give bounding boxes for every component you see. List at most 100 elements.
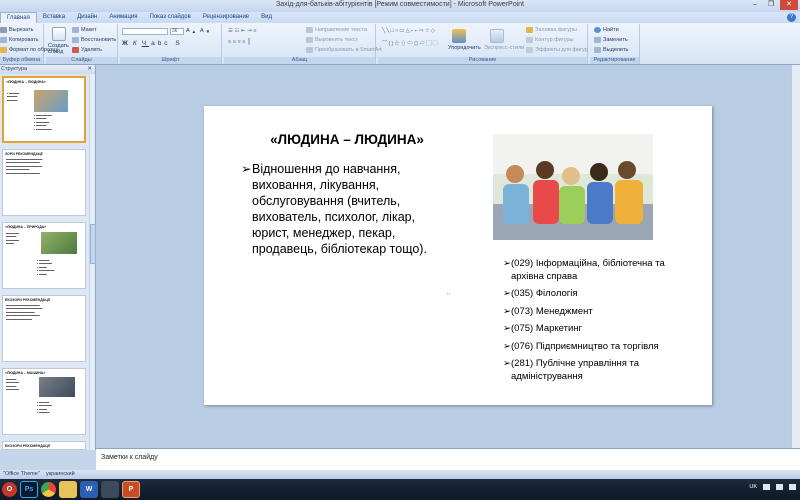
- shrink-font-button[interactable]: A ▼: [200, 28, 210, 34]
- smartart-button[interactable]: Преобразовать в SmartArt: [306, 47, 382, 53]
- shape-outline-button[interactable]: Контур фигуры: [526, 37, 573, 43]
- tab-insert[interactable]: Вставка: [37, 12, 71, 23]
- slide-thumbnail[interactable]: ЕКОЗОРИ РЕКОМЕНДАЦІЇ: [2, 441, 86, 450]
- tab-review[interactable]: Рецензирование: [197, 12, 255, 23]
- tab-home[interactable]: Главная: [0, 12, 37, 23]
- drawing-group-label: Рисование: [378, 57, 587, 64]
- current-slide[interactable]: «ЛЮДИНА – ЛЮДИНА» ➢ Відношення до навчан…: [204, 106, 712, 405]
- help-icon[interactable]: ?: [787, 13, 796, 22]
- slide-number: 14: [446, 291, 451, 296]
- font-size-combo[interactable]: 36: [170, 28, 184, 35]
- font-group-label: Шрифт: [120, 57, 221, 64]
- shapes-gallery[interactable]: ╲╲□○▭△⌐⌐⇨☆◇: [382, 28, 436, 34]
- notes-pane[interactable]: Заметки к слайду: [96, 448, 800, 470]
- text-direction-button[interactable]: Направление текста: [306, 27, 367, 33]
- layout-button[interactable]: Макет: [72, 27, 97, 33]
- list-item: ➢ (076) Підприємництво та торгівля: [503, 340, 659, 352]
- slide-scrollbar[interactable]: [791, 65, 800, 448]
- thumbnail-title: ЗОРИ РЕКОМЕНДАЦІЇ: [5, 152, 43, 156]
- volume-icon[interactable]: [776, 484, 783, 490]
- paragraph-group-label: Абзац: [224, 57, 375, 64]
- grow-font-button[interactable]: A ▲: [186, 28, 196, 34]
- thumbnail-title: «ЛЮДИНА – ПРИРОДА»: [5, 225, 47, 229]
- font-format-buttons[interactable]: Ж К Чabc S: [122, 40, 183, 47]
- delete-slide-button[interactable]: Удалить: [72, 47, 102, 53]
- slide-thumbnail[interactable]: «ЛЮДИНА – МАШИНА» ▬▬▬▬ ▬▬▬▬▬ ▬▬▬▬ ▬▬▬▬▬ ▸ ▬…: [2, 368, 86, 435]
- list-buttons[interactable]: ☰ ☷ ⇤ ⇥ ≡: [228, 28, 256, 34]
- tab-view[interactable]: Вид: [255, 12, 278, 23]
- slide-thumbnail[interactable]: «ЛЮДИНА – ЛЮДИНА» ▸ ▬▬▬▬ ▬▬▬▬ ▬▬▬▬ ▸ ▬▬▬▬▬…: [2, 76, 86, 143]
- outline-pane: Структура ✕ «ЛЮДИНА – ЛЮДИНА» ▸ ▬▬▬▬ ▬▬▬▬…: [0, 65, 96, 450]
- tab-slideshow[interactable]: Показ слайдов: [144, 12, 197, 23]
- copy-button[interactable]: Копировать: [0, 37, 39, 43]
- select-button[interactable]: Выделить: [594, 47, 628, 53]
- drawing-group: ╲╲□○▭△⌐⌐⇨☆◇ ⌒{}☆⇧⇦⬡▱▢◯ Упорядочить Экспр…: [378, 24, 588, 64]
- opera-icon[interactable]: O: [2, 482, 17, 497]
- quick-styles-button[interactable]: Экспресс-стили: [484, 45, 524, 51]
- thumbnail-title: ЕКОЗОРИ РЕКОМЕНДАЦІЇ: [5, 444, 50, 448]
- outline-scrollbar[interactable]: [89, 74, 96, 450]
- flag-icon[interactable]: [789, 484, 796, 490]
- slide-thumbnail[interactable]: «ЛЮДИНА – ПРИРОДА» ▬▬▬▬▬ ▬▬▬▬ ▬▬▬▬▬ ▬▬▬ ▸ ▬…: [2, 222, 86, 289]
- specialties-list[interactable]: ➢ (029) Інформаційна, бібліотечна та архі…: [503, 258, 693, 388]
- shape-effects-button[interactable]: Эффекты для фигур: [526, 47, 588, 53]
- binoculars-icon: [594, 27, 601, 33]
- list-item: ➢ (281) Публічне управління та адміністру…: [503, 358, 640, 382]
- find-button[interactable]: Найти: [594, 27, 619, 33]
- clipboard-group-label: Буфер обмена: [0, 57, 43, 64]
- outline-pane-title: Структура: [1, 66, 28, 72]
- powerpoint-icon[interactable]: P: [122, 481, 140, 498]
- minimize-button[interactable]: –: [748, 0, 762, 10]
- monitor-icon[interactable]: [101, 481, 119, 498]
- close-pane-icon[interactable]: ✕: [87, 65, 92, 74]
- status-bar: "Office Theme" украинский: [0, 470, 800, 479]
- reset-button[interactable]: Восстановить: [72, 37, 116, 43]
- students-photo[interactable]: [493, 134, 653, 240]
- word-icon[interactable]: W: [80, 481, 98, 498]
- arrow-bullet-icon: ➢: [241, 162, 252, 176]
- align-buttons[interactable]: ≡ ≡ ≡ ≡ ║: [228, 39, 251, 45]
- photoshop-icon[interactable]: Ps: [20, 481, 38, 498]
- tab-design[interactable]: Дизайн: [71, 12, 103, 23]
- arrow-bullet-icon: ➢: [503, 358, 511, 369]
- shapes-gallery-row2[interactable]: ⌒{}☆⇧⇦⬡▱▢◯: [382, 39, 439, 47]
- close-button[interactable]: ✕: [780, 0, 798, 10]
- cut-button[interactable]: Вырезать: [0, 27, 33, 33]
- maximize-button[interactable]: ❐: [764, 0, 778, 10]
- main-bullet-text[interactable]: ➢ Відношення до навчання, виховання, лік…: [241, 161, 453, 257]
- list-item: ➢ (073) Менеджмент: [503, 305, 593, 317]
- slide-title[interactable]: «ЛЮДИНА – ЛЮДИНА»: [252, 132, 442, 147]
- title-bar: Захід-для-батьків-абітурієнтів [Режим со…: [0, 0, 800, 12]
- layout-icon: [72, 27, 79, 33]
- replace-button[interactable]: Заменить: [594, 37, 628, 43]
- language-indicator[interactable]: украинский: [46, 471, 75, 477]
- copy-icon: [0, 37, 7, 43]
- align-text-button[interactable]: Выровнять текст: [306, 37, 358, 43]
- thumbnail-title: «ЛЮДИНА – ЛЮДИНА»: [6, 80, 46, 84]
- list-item: ➢ (029) Інформаційна, бібліотечна та архі…: [503, 258, 665, 282]
- arrow-bullet-icon: ➢: [503, 288, 511, 299]
- system-tray: UK: [749, 484, 796, 490]
- font-group: 36 A ▲ A ▼ Ж К Чabc S Шрифт: [120, 24, 222, 64]
- slide-thumbnail[interactable]: ЕКОЗОРИ РЕКОМЕНДАЦІЇ ▬▬▬▬▬▬▬▬▬▬▬▬▬ ▬▬▬▬▬▬…: [2, 295, 86, 362]
- cursor-icon: [594, 47, 601, 53]
- arrange-button[interactable]: Упорядочить: [448, 45, 481, 51]
- scissors-icon: [0, 27, 7, 33]
- thumbnail-title: ЕКОЗОРИ РЕКОМЕНДАЦІЇ: [5, 298, 50, 302]
- folder-icon[interactable]: [59, 481, 77, 498]
- tab-animations[interactable]: Анимация: [103, 12, 143, 23]
- list-item: ➢ (035) Філологія: [503, 288, 578, 299]
- thumbnail-title: «ЛЮДИНА – МАШИНА»: [5, 371, 46, 375]
- shape-fill-button[interactable]: Заливка фигуры: [526, 27, 577, 33]
- slide-thumbnail[interactable]: ЗОРИ РЕКОМЕНДАЦІЇ ▬▬▬▬▬▬▬▬▬▬▬▬▬▬ ▬▬▬▬▬▬▬▬…: [2, 149, 86, 216]
- thumbnail-image: [34, 90, 68, 112]
- text-direction-icon: [306, 27, 313, 33]
- keyboard-language[interactable]: UK: [749, 484, 757, 490]
- arrow-bullet-icon: ➢: [503, 340, 511, 352]
- theme-name: "Office Theme": [3, 471, 40, 477]
- new-slide-button-line2[interactable]: слайд: [48, 49, 63, 55]
- font-name-combo[interactable]: [122, 28, 168, 35]
- chrome-icon[interactable]: [41, 482, 56, 497]
- new-slide-icon: [52, 27, 66, 41]
- network-icon[interactable]: [763, 484, 770, 490]
